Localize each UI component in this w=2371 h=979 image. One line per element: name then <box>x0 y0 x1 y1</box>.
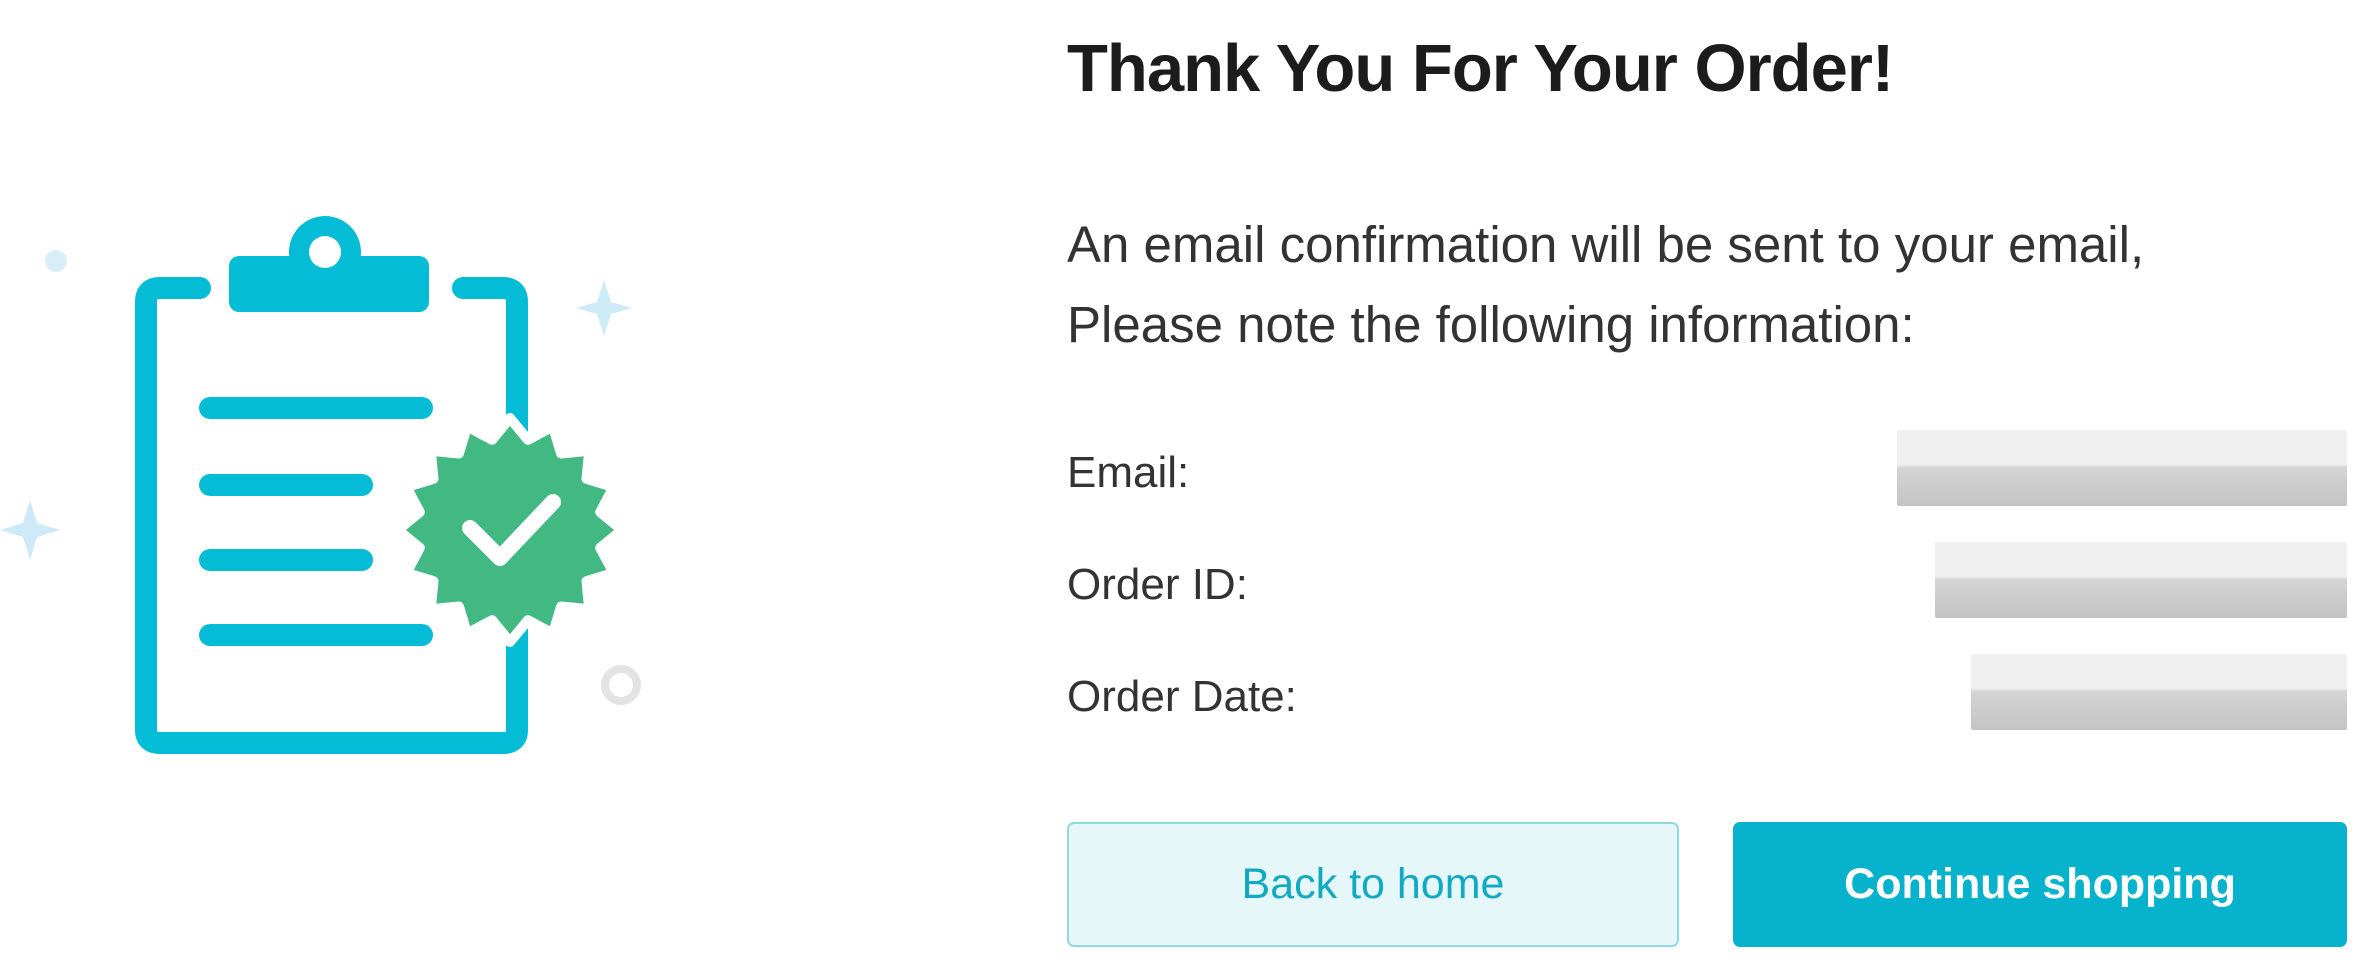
confirmation-message: An email confirmation will be sent to yo… <box>1067 205 2347 365</box>
order-illustration <box>0 190 660 770</box>
order-id-label: Order ID: <box>1067 560 1248 609</box>
continue-shopping-button[interactable]: Continue shopping <box>1733 822 2347 947</box>
order-id-value-redacted <box>1935 542 2347 618</box>
email-label: Email: <box>1067 448 1190 497</box>
sparkle-icon <box>576 280 632 336</box>
order-info-list: Email: Order ID: Order Date: <box>1067 430 2347 766</box>
info-row-order-id: Order ID: <box>1067 542 2347 654</box>
order-date-value-redacted <box>1971 654 2347 730</box>
back-to-home-button[interactable]: Back to home <box>1067 822 1679 947</box>
message-line: Please note the following information: <box>1067 296 1915 353</box>
sparkle-icon <box>0 500 60 560</box>
info-row-order-date: Order Date: <box>1067 654 2347 766</box>
page-title: Thank You For Your Order! <box>1067 31 1894 106</box>
message-line: An email confirmation will be sent to yo… <box>1067 216 2145 273</box>
decor-ring-icon <box>601 665 641 705</box>
email-value-redacted <box>1897 430 2347 506</box>
clipboard-check-icon <box>0 216 641 754</box>
order-date-label: Order Date: <box>1067 672 1297 721</box>
decor-dot-icon <box>45 250 67 272</box>
info-row-email: Email: <box>1067 430 2347 542</box>
check-badge-icon <box>393 413 627 647</box>
order-confirmation-panel: Thank You For Your Order! An email confi… <box>1067 0 2347 979</box>
